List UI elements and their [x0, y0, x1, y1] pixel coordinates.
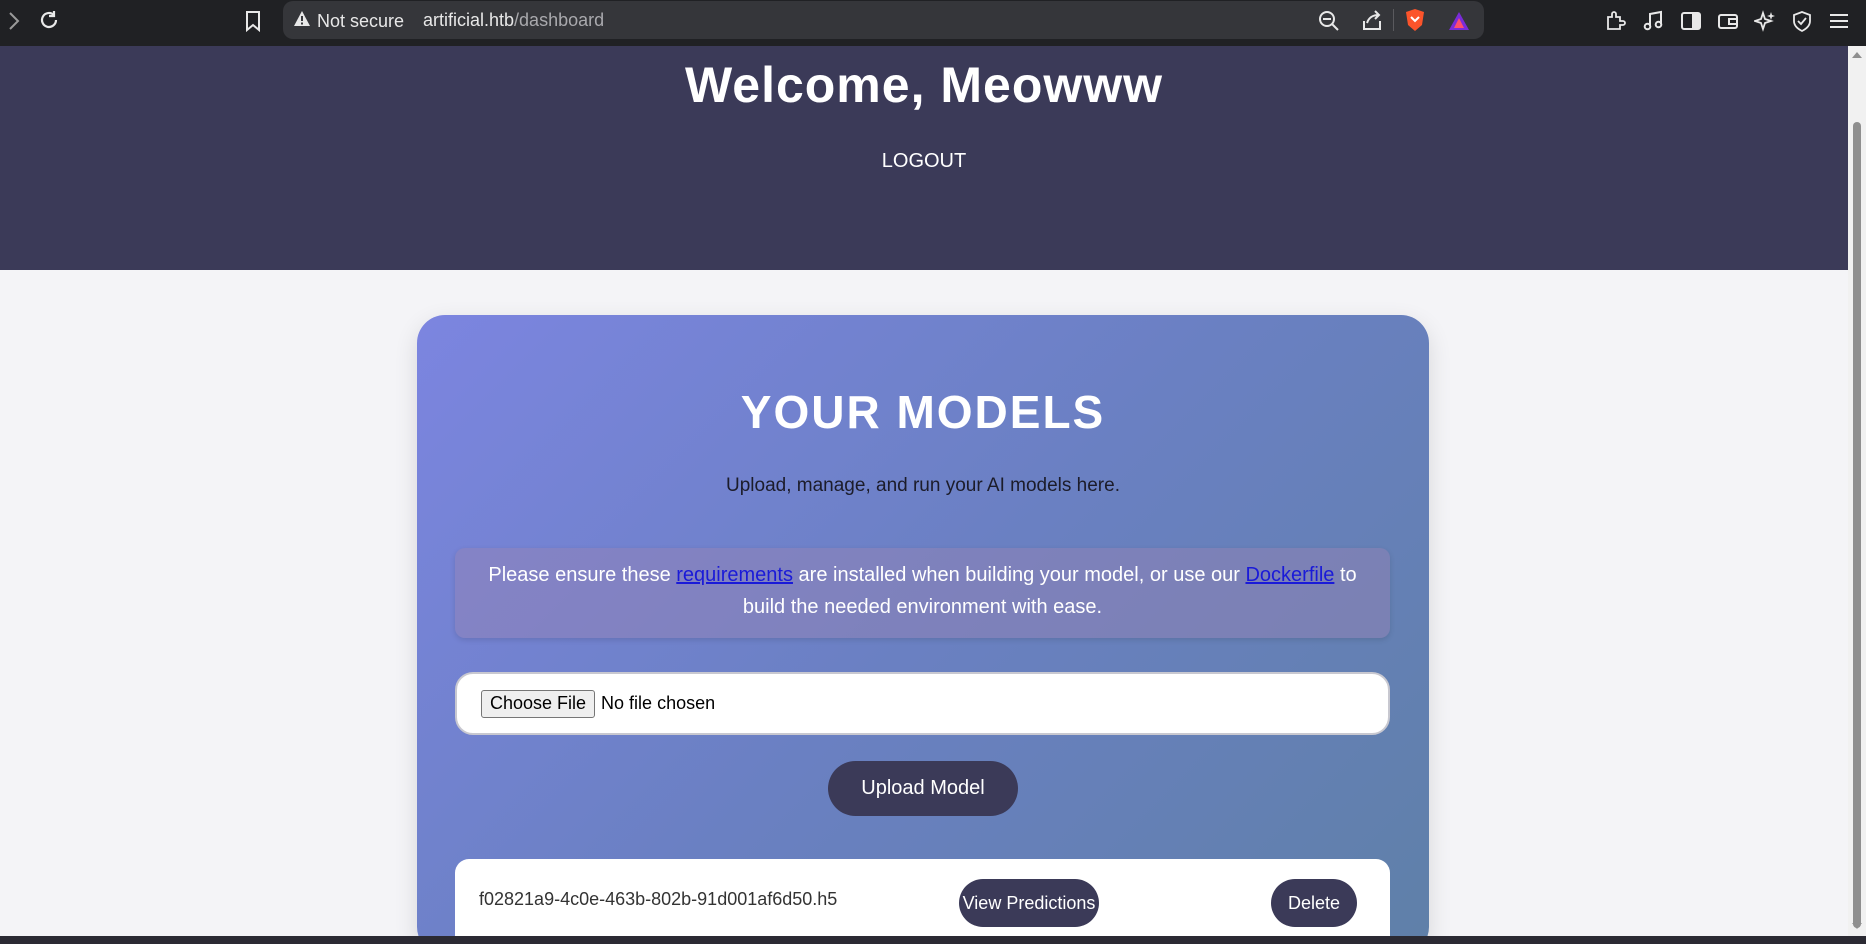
- divider: [1393, 9, 1394, 31]
- bookmark-icon[interactable]: [242, 8, 264, 34]
- requirements-notice: Please ensure these requirements are ins…: [455, 548, 1390, 638]
- zoom-out-icon[interactable]: [1317, 9, 1341, 33]
- wallet-icon[interactable]: [1715, 8, 1741, 34]
- extensions-icon[interactable]: [1602, 8, 1628, 34]
- window-bottom-edge: [0, 936, 1866, 944]
- models-card: YOUR MODELS Upload, manage, and run your…: [417, 315, 1429, 936]
- sidebar-icon[interactable]: [1678, 8, 1704, 34]
- browser-toolbar: Not secure artificial.htb/dashboard: [0, 0, 1866, 46]
- leo-ai-icon[interactable]: [1752, 8, 1778, 34]
- warning-icon: [293, 10, 311, 32]
- menu-icon[interactable]: [1826, 8, 1852, 34]
- scroll-down-arrow-icon[interactable]: [1852, 923, 1862, 929]
- notice-text: are installed when building your model, …: [792, 564, 1246, 586]
- page-scrollbar[interactable]: [1848, 46, 1866, 936]
- brave-rewards-icon[interactable]: [1447, 9, 1471, 33]
- requirements-link[interactable]: requirements: [676, 564, 793, 586]
- share-icon[interactable]: [1360, 9, 1384, 33]
- models-subtitle: Upload, manage, and run your AI models h…: [726, 475, 1120, 496]
- url-path: /dashboard: [514, 10, 605, 30]
- brave-shield-icon[interactable]: [1403, 8, 1427, 32]
- vpn-shield-icon[interactable]: [1789, 8, 1815, 34]
- security-indicator[interactable]: Not secure: [293, 10, 404, 32]
- welcome-heading: Welcome, Meowww: [684, 57, 1164, 113]
- file-status: No file chosen: [601, 693, 716, 713]
- scroll-up-arrow-icon[interactable]: [1852, 52, 1862, 58]
- delete-button[interactable]: Delete: [1271, 879, 1357, 927]
- model-list-item: f02821a9-4c0e-463b-802b-91d001af6d50.h5 …: [455, 859, 1390, 936]
- notice-text: Please ensure these: [488, 564, 677, 586]
- upload-model-button[interactable]: Upload Model: [828, 761, 1018, 816]
- page-viewport: Welcome, Meowww LOGOUT YOUR MODELS Uploa…: [0, 46, 1848, 936]
- url-host: artificial.htb: [423, 10, 515, 30]
- models-title: YOUR MODELS: [740, 386, 1106, 438]
- dockerfile-link[interactable]: Dockerfile: [1245, 564, 1334, 586]
- url-text[interactable]: artificial.htb/dashboard: [423, 10, 604, 31]
- security-label: Not secure: [317, 10, 405, 31]
- scrollbar-thumb[interactable]: [1853, 122, 1861, 928]
- forward-icon[interactable]: [4, 10, 24, 32]
- file-upload-field[interactable]: Choose File No file chosen: [455, 672, 1390, 735]
- reload-icon[interactable]: [36, 7, 62, 33]
- view-predictions-button[interactable]: View Predictions: [959, 879, 1099, 927]
- dashboard-header: Welcome, Meowww LOGOUT: [0, 46, 1848, 270]
- music-icon[interactable]: [1640, 8, 1666, 34]
- choose-file-button[interactable]: Choose File: [481, 689, 596, 718]
- logout-link[interactable]: LOGOUT: [0, 150, 1848, 173]
- address-bar[interactable]: Not secure artificial.htb/dashboard: [283, 1, 1484, 39]
- model-filename: f02821a9-4c0e-463b-802b-91d001af6d50.h5: [479, 889, 838, 909]
